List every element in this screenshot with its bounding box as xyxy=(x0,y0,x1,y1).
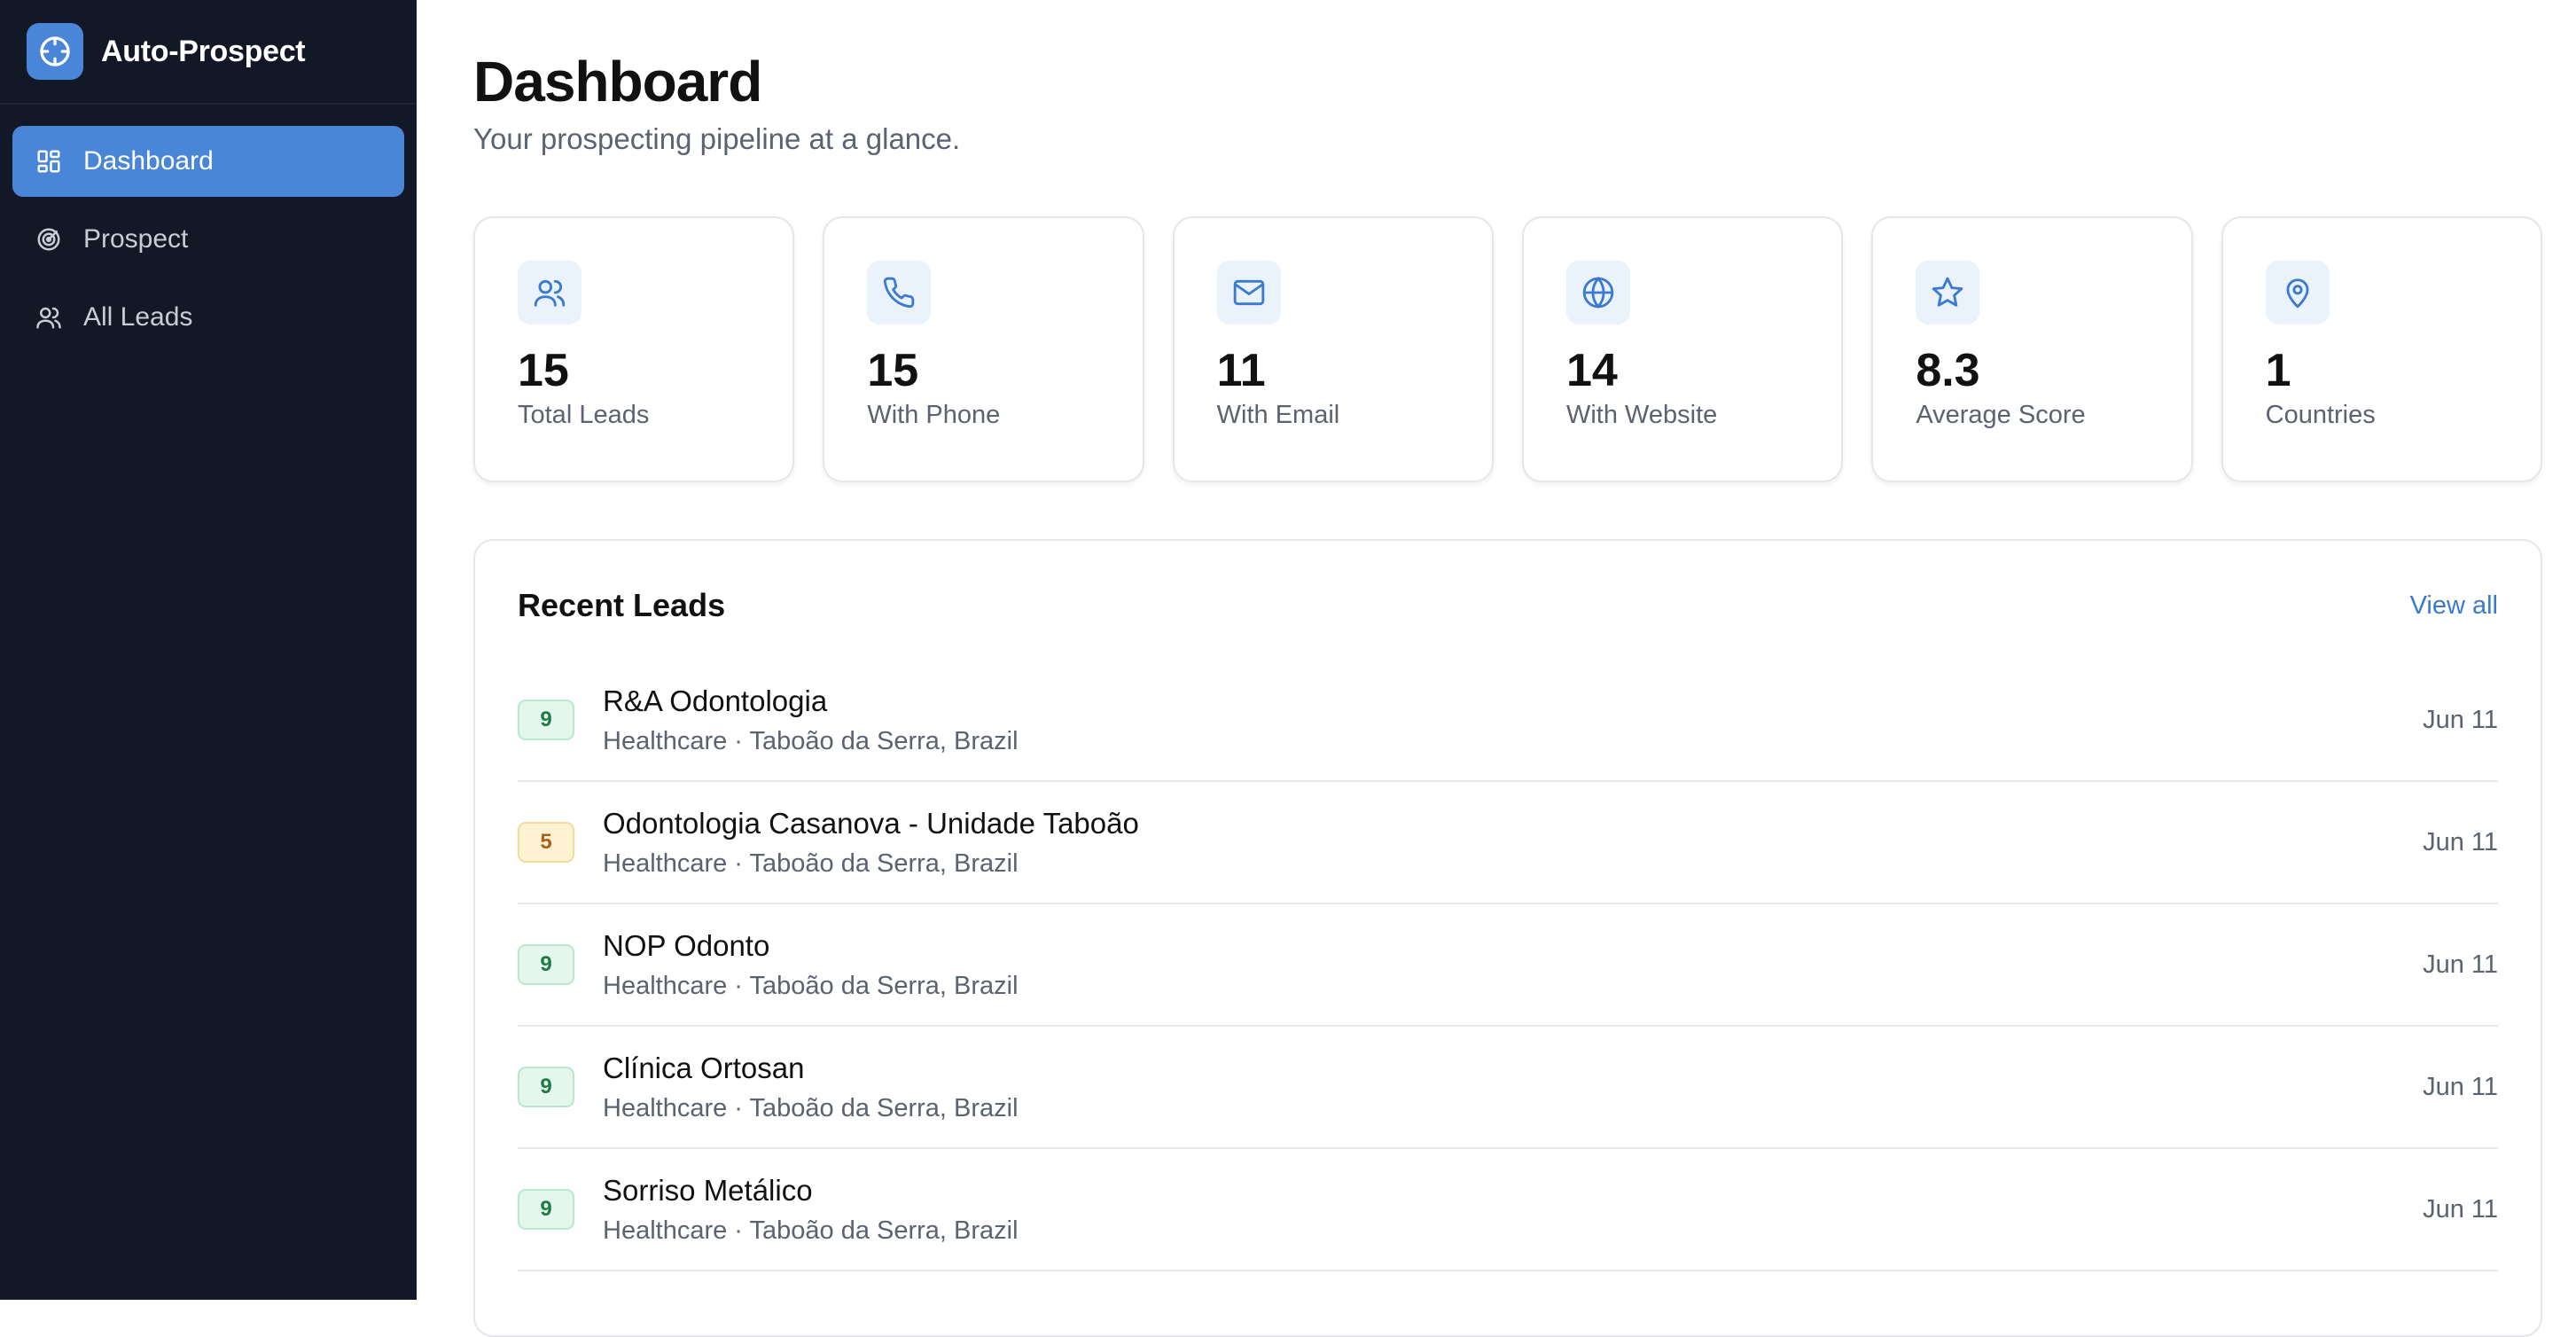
lead-info: Sorriso Metálico Healthcare · Taboão da … xyxy=(603,1174,2423,1246)
lead-info: Clínica Ortosan Healthcare · Taboão da S… xyxy=(603,1052,2423,1123)
radar-icon xyxy=(34,224,64,254)
users-icon xyxy=(518,261,582,324)
lead-meta: Healthcare · Taboão da Serra, Brazil xyxy=(603,726,1019,755)
layout-grid-icon xyxy=(34,146,64,176)
stat-card-countries: 1 Countries xyxy=(2221,216,2542,482)
stat-label: With Email xyxy=(1216,401,1340,429)
lead-info: NOP Odonto Healthcare · Taboão da Serra,… xyxy=(603,929,2423,1001)
lead-date: Jun 11 xyxy=(2423,827,2498,856)
stat-value: 14 xyxy=(1565,345,1618,396)
stat-label: With Phone xyxy=(867,401,1001,429)
lead-date: Jun 11 xyxy=(2423,1194,2498,1224)
mail-icon xyxy=(1216,261,1281,324)
view-all-link[interactable]: View all xyxy=(2410,591,2498,621)
sidebar-item-dashboard[interactable]: Dashboard xyxy=(12,126,404,197)
lead-score-badge: 5 xyxy=(518,822,574,863)
stat-value: 11 xyxy=(1216,345,1266,396)
lead-row[interactable]: 9 Clínica Ortosan Healthcare · Taboão da… xyxy=(518,1027,2498,1149)
stat-card-with-email: 11 With Email xyxy=(1172,216,1494,482)
crosshair-icon xyxy=(27,23,83,80)
map-pin-icon xyxy=(2265,261,2330,324)
stat-value: 8.3 xyxy=(1916,345,1980,396)
lead-score-badge: 9 xyxy=(518,700,574,740)
lead-score-badge: 9 xyxy=(518,944,574,985)
lead-info: Odontologia Casanova - Unidade Taboão He… xyxy=(603,807,2423,879)
recent-leads-header: Recent Leads View all xyxy=(518,587,2498,624)
page-title: Dashboard xyxy=(473,50,762,113)
lead-meta: Healthcare · Taboão da Serra, Brazil xyxy=(603,1093,1019,1122)
lead-score-badge: 9 xyxy=(518,1189,574,1230)
lead-row[interactable]: 9 R&A Odontologia Healthcare · Taboão da… xyxy=(518,660,2498,782)
users-icon xyxy=(34,302,64,332)
stat-card-with-website: 14 With Website xyxy=(1521,216,1844,482)
stat-value: 15 xyxy=(867,345,919,396)
phone-icon xyxy=(867,261,932,324)
lead-name: Odontologia Casanova - Unidade Taboão xyxy=(603,806,1139,840)
sidebar-item-prospect[interactable]: Prospect xyxy=(12,204,404,275)
lead-meta: Healthcare · Taboão da Serra, Brazil xyxy=(603,971,1019,1000)
page-subtitle: Your prospecting pipeline at a glance. xyxy=(473,122,961,155)
stat-label: Average Score xyxy=(1916,401,2086,429)
sidebar: Auto-Prospect Dashboard Prospect All Lea… xyxy=(0,0,417,1300)
sidebar-nav: Dashboard Prospect All Leads xyxy=(0,105,417,353)
lead-row[interactable]: 5 Odontologia Casanova - Unidade Taboão … xyxy=(518,782,2498,904)
lead-name: NOP Odonto xyxy=(603,928,770,962)
stat-card-with-phone: 15 With Phone xyxy=(823,216,1144,482)
lead-meta: Healthcare · Taboão da Serra, Brazil xyxy=(603,1216,1019,1245)
sidebar-item-label: Prospect xyxy=(83,224,189,254)
lead-row[interactable]: 9 NOP Odonto Healthcare · Taboão da Serr… xyxy=(518,904,2498,1027)
lead-name: Sorriso Metálico xyxy=(603,1173,813,1207)
lead-name: Clínica Ortosan xyxy=(603,1051,805,1084)
stat-label: With Website xyxy=(1565,401,1718,429)
lead-score-badge: 9 xyxy=(518,1067,574,1107)
stat-card-total-leads: 15 Total Leads xyxy=(473,216,795,482)
lead-date: Jun 11 xyxy=(2423,950,2498,979)
sidebar-item-all-leads[interactable]: All Leads xyxy=(12,282,404,353)
lead-meta: Healthcare · Taboão da Serra, Brazil xyxy=(603,848,1019,878)
star-icon xyxy=(1916,261,1980,324)
lead-row[interactable]: 9 Sorriso Metálico Healthcare · Taboão d… xyxy=(518,1149,2498,1271)
stat-value: 1 xyxy=(2265,345,2291,396)
lead-date: Jun 11 xyxy=(2423,705,2498,734)
lead-info: R&A Odontologia Healthcare · Taboão da S… xyxy=(603,684,2423,756)
stats-row: 15 Total Leads 15 With Phone 11 With Ema… xyxy=(473,216,2542,482)
lead-list: 9 R&A Odontologia Healthcare · Taboão da… xyxy=(518,660,2498,1271)
main-content: Dashboard Your prospecting pipeline at a… xyxy=(473,0,2542,1337)
sidebar-item-label: Dashboard xyxy=(83,146,214,176)
lead-date: Jun 11 xyxy=(2423,1072,2498,1101)
lead-name: R&A Odontologia xyxy=(603,684,828,717)
stat-label: Countries xyxy=(2265,401,2376,429)
sidebar-item-label: All Leads xyxy=(83,302,193,332)
recent-leads-title: Recent Leads xyxy=(518,587,726,623)
app-name: Auto-Prospect xyxy=(101,34,306,68)
recent-leads-panel: Recent Leads View all 9 R&A Odontologia … xyxy=(473,539,2542,1337)
stat-value: 15 xyxy=(518,345,569,396)
stat-label: Total Leads xyxy=(518,401,650,429)
stat-card-average-score: 8.3 Average Score xyxy=(1871,216,2193,482)
brand[interactable]: Auto-Prospect xyxy=(0,0,417,105)
globe-icon xyxy=(1565,261,1630,324)
